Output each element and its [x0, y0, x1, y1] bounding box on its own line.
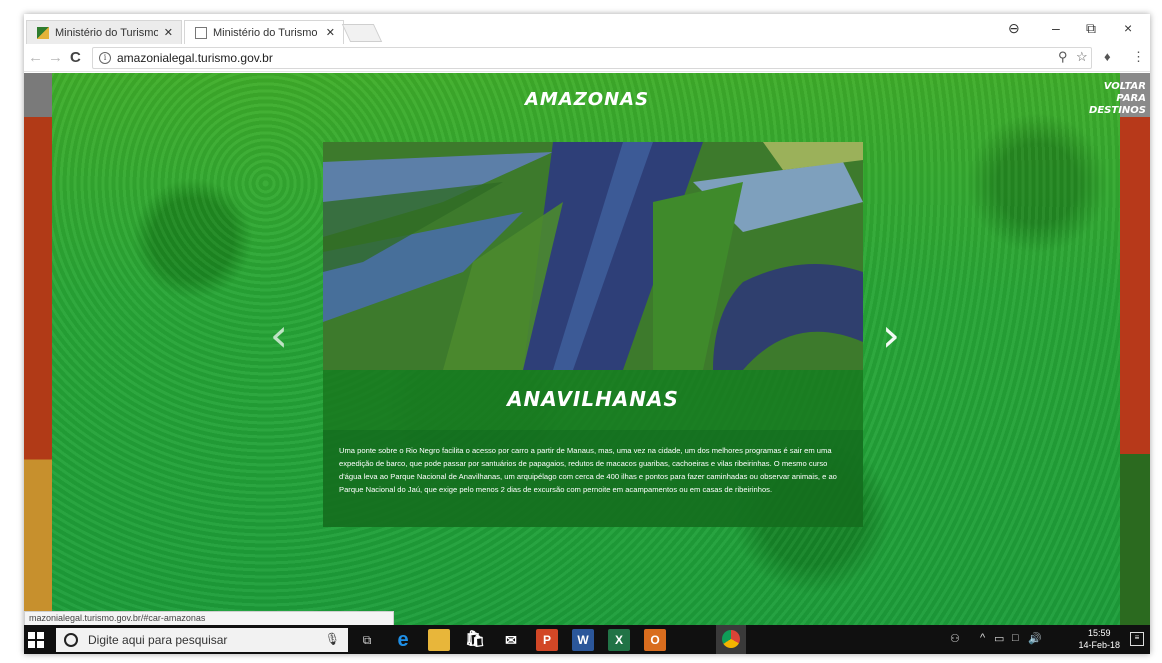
task-view-icon[interactable]: ⧉	[356, 629, 378, 651]
clock-date: 14-Feb-18	[1078, 640, 1120, 650]
powerpoint-icon[interactable]: P	[536, 629, 558, 651]
restore-icon[interactable]: ⧉	[1086, 20, 1096, 37]
previous-arrow-icon[interactable]: ‹	[264, 312, 294, 359]
file-explorer-icon[interactable]	[428, 629, 450, 651]
reload-icon[interactable]: C	[70, 49, 81, 66]
display-icon[interactable]: □	[1012, 632, 1019, 644]
new-tab-button[interactable]	[341, 24, 383, 42]
browser-window: Ministério do Turismo - ✕ Ministério do …	[24, 14, 1150, 654]
volume-icon[interactable]: 🔊	[1028, 632, 1042, 645]
next-slide-preview	[1120, 73, 1150, 625]
menu-icon[interactable]: ⋮	[1132, 49, 1145, 65]
site-favicon-icon	[37, 26, 49, 39]
zoom-icon[interactable]: ⚲	[1058, 49, 1068, 65]
microphone-icon[interactable]: 🎙	[325, 632, 340, 646]
back-arrow-icon[interactable]: ←	[28, 49, 43, 66]
minimize-icon[interactable]: –	[1052, 20, 1060, 36]
prev-slide-preview	[24, 73, 52, 625]
browser-toolbar: ← → C i amazonialegal.turismo.gov.br ⚲ ☆…	[24, 44, 1150, 72]
next-arrow-icon[interactable]: ›	[876, 312, 906, 359]
windows-start-icon[interactable]	[28, 632, 44, 648]
people-icon[interactable]: ⚇	[950, 632, 960, 645]
search-placeholder: Digite aqui para pesquisar	[88, 633, 228, 647]
tab-title: Ministério do Turismo -	[55, 26, 158, 39]
cortana-icon	[64, 633, 78, 647]
outlook-icon[interactable]: O	[644, 629, 666, 651]
forward-arrow-icon[interactable]: →	[48, 49, 63, 66]
windows-taskbar: Digite aqui para pesquisar 🎙 ⧉ e 🛍 ✉ P W…	[24, 625, 1150, 654]
state-title: AMAZONAS	[524, 89, 650, 110]
tab-strip: Ministério do Turismo - ✕ Ministério do …	[24, 14, 1150, 44]
destination-card: ANAVILHANAS Uma ponte sobre o Rio Negro …	[323, 142, 863, 527]
network-icon[interactable]: ▭	[994, 632, 1004, 645]
tab-title: Ministério do Turismo -	[213, 26, 320, 39]
tab-ministerio-2[interactable]: Ministério do Turismo - ✕	[184, 20, 344, 44]
address-bar[interactable]: i amazonialegal.turismo.gov.br	[92, 47, 1092, 69]
close-icon[interactable]: ✕	[326, 26, 335, 39]
info-icon[interactable]: i	[99, 52, 111, 64]
store-icon[interactable]: 🛍	[464, 629, 486, 651]
tab-ministerio-1[interactable]: Ministério do Turismo - ✕	[26, 20, 182, 44]
url-text: amazonialegal.turismo.gov.br	[117, 51, 273, 65]
chrome-taskbar-button[interactable]	[716, 625, 746, 654]
status-url-bar: mazonialegal.turismo.gov.br/#car-amazona…	[24, 611, 394, 626]
close-icon[interactable]: ✕	[164, 26, 173, 39]
profile-icon[interactable]: ⊖	[1008, 20, 1020, 37]
destination-description: Uma ponte sobre o Rio Negro facilita o a…	[323, 430, 863, 527]
clock-time: 15:59	[1087, 628, 1111, 638]
extension-icon[interactable]: ♦	[1104, 49, 1111, 64]
page-content: AMAZONAS VOLTAR PARA DESTINOS ‹ › ANAVIL…	[24, 73, 1150, 625]
back-to-destinations-link[interactable]: VOLTAR PARA DESTINOS	[1086, 81, 1146, 117]
notifications-icon[interactable]: ≡	[1130, 632, 1144, 646]
anavilhanas-photo	[323, 142, 863, 370]
word-icon[interactable]: W	[572, 629, 594, 651]
page-icon	[195, 26, 207, 39]
mail-icon[interactable]: ✉	[500, 629, 522, 651]
bookmark-star-icon[interactable]: ☆	[1076, 49, 1088, 65]
taskbar-clock[interactable]: 15:59 14-Feb-18	[1078, 627, 1120, 651]
destination-name: ANAVILHANAS	[507, 387, 679, 411]
chrome-icon	[722, 630, 740, 648]
show-hidden-icons-icon[interactable]: ^	[980, 632, 985, 644]
edge-icon[interactable]: e	[392, 629, 414, 651]
taskbar-search-box[interactable]: Digite aqui para pesquisar 🎙	[56, 628, 348, 652]
window-close-icon[interactable]: ×	[1124, 20, 1132, 36]
excel-icon[interactable]: X	[608, 629, 630, 651]
